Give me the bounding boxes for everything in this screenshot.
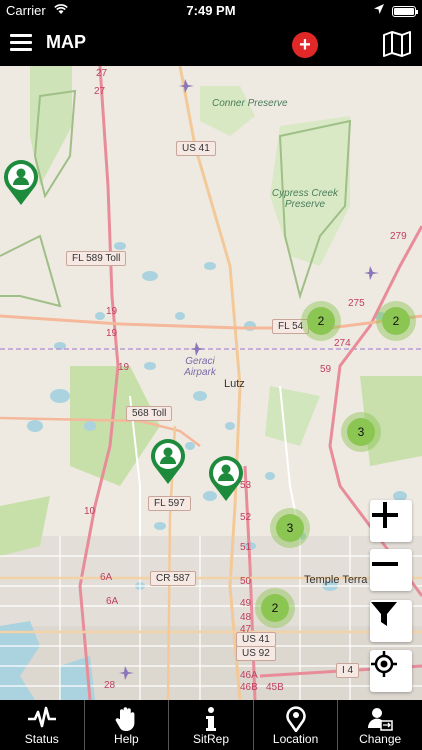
exit-label: 27 (96, 68, 108, 79)
pulse-icon (27, 706, 56, 728)
clock: 7:49 PM (186, 3, 236, 18)
road-label-fl589: FL 589 Toll (66, 251, 127, 266)
marker-cluster[interactable]: 2 (376, 301, 416, 341)
location-pin-icon (285, 706, 306, 732)
road-label-i4: I 4 (336, 663, 360, 678)
page-title: MAP (46, 32, 86, 52)
road-label-fl597: FL 597 (148, 496, 191, 511)
place-cypress-creek-preserve: Cypress Creek Preserve (271, 188, 339, 210)
tab-change[interactable]: Change (337, 700, 422, 750)
exit-label: 46A (240, 670, 258, 681)
battery-icon (392, 6, 418, 17)
exit-label: 46B (240, 682, 258, 693)
exit-label: 48 (240, 612, 252, 623)
exit-label: 10 (84, 506, 96, 517)
tab-sitrep[interactable]: SitRep (168, 700, 253, 750)
map-tiles (0, 66, 422, 700)
exit-label: 52 (240, 512, 252, 523)
exit-label: 51 (240, 542, 252, 553)
marker-cluster[interactable]: 3 (270, 508, 310, 548)
road-label-cr587: CR 587 (150, 571, 196, 586)
exit-label: 279 (390, 231, 407, 242)
exit-label: 45B (266, 682, 284, 693)
tab-location[interactable]: Location (252, 700, 338, 750)
person-pin-icon[interactable] (149, 437, 187, 485)
place-temple-terrace: Temple Terra (304, 574, 368, 586)
exit-label: 27 (94, 86, 106, 97)
exit-label: 19 (106, 328, 118, 339)
crosshair-icon (371, 651, 397, 677)
tab-help[interactable]: Help (83, 700, 169, 750)
road-label-us41: US 41 (176, 141, 216, 156)
person-pin-icon[interactable] (2, 158, 40, 206)
locate-me-button[interactable] (370, 650, 412, 692)
status-bar: Carrier 7:49 PM (0, 0, 422, 22)
hamburger-menu-icon[interactable] (10, 34, 32, 52)
exit-label: 275 (348, 298, 365, 309)
exit-label: 6A (100, 572, 113, 583)
filter-button[interactable] (370, 600, 412, 642)
zoom-in-button[interactable] (370, 500, 412, 542)
place-conner-preserve: Conner Preserve (212, 98, 288, 109)
exit-label: 49 (240, 598, 252, 609)
tab-status[interactable]: Status (0, 700, 84, 750)
exit-label: 274 (334, 338, 351, 349)
tab-bar: Status Help SitRep Location Change (0, 700, 422, 750)
location-arrow-icon (374, 4, 384, 14)
hand-icon (116, 707, 135, 731)
marker-cluster[interactable]: 2 (301, 301, 341, 341)
minus-icon (372, 562, 398, 566)
nav-bar: MAP + (0, 22, 422, 66)
info-icon (205, 707, 216, 731)
exit-label: 28 (104, 680, 116, 691)
exit-label: 19 (118, 362, 130, 373)
exit-label: 59 (320, 364, 332, 375)
marker-cluster[interactable]: 2 (255, 588, 295, 628)
plus-icon: + (299, 34, 311, 56)
exit-label: 6A (106, 596, 119, 607)
road-label-us92: US 92 (236, 646, 276, 661)
marker-cluster[interactable]: 3 (341, 412, 381, 452)
map-view[interactable]: Conner Preserve Cypress Creek Preserve G… (0, 66, 422, 700)
exit-label: 47 (240, 624, 252, 635)
road-label-568-toll: 568 Toll (126, 406, 173, 421)
place-geraci-airpark: Geraci Airpark (184, 356, 216, 378)
user-change-icon (368, 708, 393, 731)
place-lutz: Lutz (224, 378, 245, 390)
folded-map-icon[interactable] (382, 30, 412, 58)
zoom-out-button[interactable] (370, 549, 412, 591)
plus-icon (372, 502, 398, 528)
exit-label: 19 (106, 306, 118, 317)
person-pin-icon[interactable] (207, 454, 245, 502)
filter-icon (371, 602, 397, 626)
exit-label: 50 (240, 576, 252, 587)
add-button[interactable]: + (292, 32, 318, 58)
